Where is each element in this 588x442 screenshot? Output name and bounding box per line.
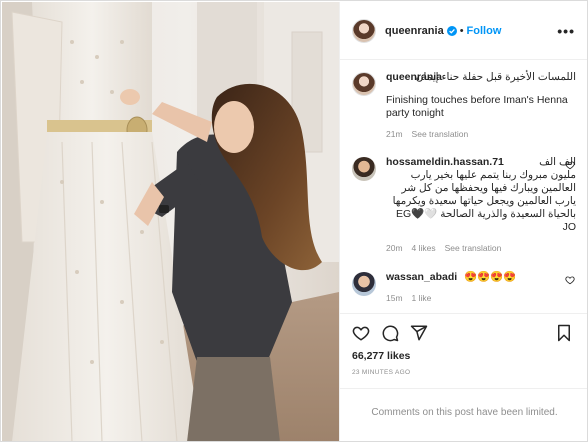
caption-avatar[interactable]: [352, 72, 376, 96]
action-bar: [340, 313, 587, 351]
comment-body: hossameldin.hassan.71 الف الف مليون مبرو…: [386, 156, 576, 255]
commenter-username[interactable]: wassan_abadi: [386, 271, 457, 283]
comment-likes[interactable]: 4 likes: [412, 242, 436, 255]
comment-icon[interactable]: [381, 324, 399, 342]
comments-list: queenrania اللمسات الأخيرة قبل حفلة حناء…: [340, 61, 587, 313]
comment-time: 20m: [386, 243, 403, 253]
author-avatar[interactable]: [352, 18, 376, 43]
post-timestamp: 23 MINUTES AGO: [352, 369, 411, 376]
comment-likes[interactable]: 1 like: [412, 292, 432, 305]
verified-badge-icon: [446, 25, 457, 36]
caption-time: 21m: [386, 129, 403, 139]
comment-body: wassan_abadi 😍😍😍😍 15m 1 like: [386, 271, 576, 305]
commenter-username[interactable]: hossameldin.hassan.71: [386, 156, 504, 169]
heart-icon[interactable]: [352, 324, 370, 342]
comment-meta: 20m 4 likes See translation: [386, 242, 576, 255]
comment-meta: 15m 1 like: [386, 292, 576, 305]
likes-count[interactable]: 66,277 likes: [352, 350, 410, 362]
see-translation-link[interactable]: See translation: [445, 242, 502, 255]
photo-illustration: [2, 2, 339, 441]
instagram-post: queenrania • Follow ••• queenrania اللمس…: [0, 0, 588, 442]
post-photo[interactable]: [2, 2, 339, 441]
bookmark-icon[interactable]: [555, 324, 573, 342]
caption: queenrania اللمسات الأخيرة قبل حفلة حناء…: [352, 71, 577, 141]
comments-limited-notice: Comments on this post have been limited.: [340, 388, 587, 441]
author-username[interactable]: queenrania: [385, 25, 444, 37]
follow-button[interactable]: Follow: [467, 25, 502, 37]
commenter-avatar[interactable]: [352, 157, 376, 181]
comment-like-icon[interactable]: [565, 160, 575, 170]
caption-meta: 21m See translation: [386, 128, 576, 141]
more-options-icon[interactable]: •••: [557, 24, 575, 38]
see-translation-link[interactable]: See translation: [412, 128, 469, 141]
comment-time: 15m: [386, 293, 403, 303]
caption-english-text: Finishing touches before Iman's Henna pa…: [386, 94, 568, 119]
post-header: queenrania • Follow •••: [340, 2, 587, 60]
separator-dot: •: [459, 24, 464, 37]
comment-text: 😍😍😍😍: [464, 271, 517, 283]
comment-item: hossameldin.hassan.71 الف الف مليون مبرو…: [352, 156, 577, 255]
post-side-panel: queenrania • Follow ••• queenrania اللمس…: [339, 2, 587, 441]
comment-item: wassan_abadi 😍😍😍😍 15m 1 like: [352, 271, 577, 305]
share-icon[interactable]: [410, 324, 428, 342]
caption-body: queenrania اللمسات الأخيرة قبل حفلة حناء…: [386, 71, 576, 141]
commenter-avatar[interactable]: [352, 272, 376, 296]
comment-like-icon[interactable]: [565, 275, 575, 285]
comment-text: مليون مبروك ربنا يتمم عليها بخير يارب ال…: [392, 169, 576, 233]
